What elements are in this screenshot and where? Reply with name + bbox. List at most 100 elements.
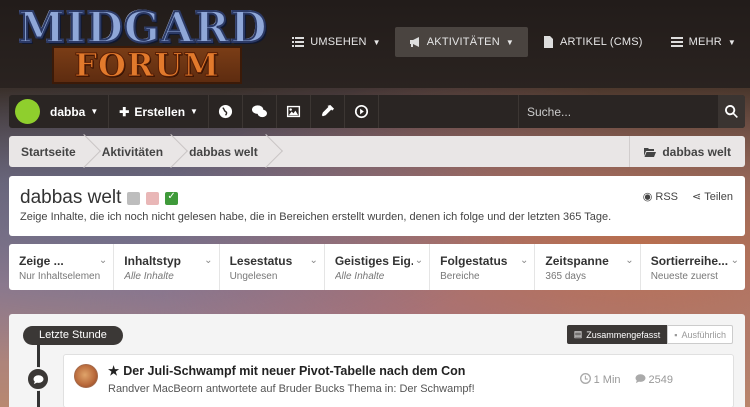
create-label: Erstellen	[134, 104, 186, 119]
play-circle-icon	[354, 104, 369, 119]
chevron-down-icon: ⌄	[520, 255, 529, 266]
page-title: dabbas welt	[20, 187, 122, 208]
filter-zeige[interactable]: Zeige ... Nur Inhaltselemen... ⌄	[9, 244, 115, 290]
breadcrumb: Startseite Aktivitäten dabbas welt dabba…	[9, 136, 745, 167]
view-condensed-button[interactable]: ▤ Zusammengefasst	[566, 325, 668, 344]
item-replies: 2549	[634, 373, 673, 386]
comment-bubble-icon	[26, 367, 50, 391]
create-button[interactable]: ✚ Erstellen ▼	[109, 95, 209, 128]
chat-icon	[251, 105, 267, 118]
filter-label: Zeige ...	[19, 254, 64, 268]
rss-icon: ◉	[642, 191, 653, 203]
main-nav: UMSEHEN ▼ AKTIVITÄTEN ▼ ARTIKEL (CMS) ME…	[278, 27, 750, 57]
filter-label: Folgestatus	[440, 254, 508, 268]
username: dabba	[50, 104, 86, 119]
breadcrumb-right-label: dabbas welt	[662, 144, 731, 159]
list-item[interactable]: ★ Der Juli-Schwampf mit neuer Pivot-Tabe…	[63, 354, 734, 407]
share-label: Teilen	[704, 191, 733, 203]
filter-bar: Zeige ... Nur Inhaltselemen... ⌄ Inhalts…	[9, 244, 745, 290]
chevron-down-icon: ⌄	[204, 255, 213, 266]
chevron-down-icon: ⌄	[98, 255, 108, 266]
filter-zeitspanne[interactable]: Zeitspanne 365 days ⌄	[535, 244, 641, 290]
filter-value: Nur Inhaltselemen...	[19, 271, 101, 282]
chat-button[interactable]	[243, 95, 277, 128]
avatar[interactable]	[74, 364, 98, 388]
user-toolbar: dabba ▼ ✚ Erstellen ▼ Suche...	[9, 95, 745, 128]
share-link[interactable]: ⋖ Teilen	[692, 190, 733, 203]
site-logo[interactable]: MIDGARD FORUM	[12, 5, 274, 84]
filter-geistiges-eigentum[interactable]: Geistiges Eig... Alle Inhalte ⌄	[325, 244, 431, 290]
nav-item-umsehen[interactable]: UMSEHEN ▼	[278, 27, 395, 57]
view-condensed-label: Zusammengefasst	[586, 329, 661, 340]
filter-folgestatus[interactable]: Folgestatus Bereiche ⌄	[430, 244, 536, 290]
nav-label: ARTIKEL (CMS)	[560, 36, 643, 48]
filter-label: Geistiges Eig...	[334, 254, 413, 268]
image-icon	[286, 105, 301, 118]
page-title-row: dabbas welt	[20, 187, 179, 209]
caret-down-icon: ▼	[90, 107, 99, 116]
star-icon: ★	[108, 364, 120, 378]
nav-label: AKTIVITÄTEN	[426, 36, 500, 48]
square-icon: ▪	[674, 329, 678, 340]
check-icon[interactable]	[165, 191, 179, 205]
filter-sortierreihenfolge[interactable]: Sortierreihe... Neueste zuerst ⌄	[641, 244, 745, 290]
megaphone-icon	[409, 37, 419, 47]
eyedropper-icon	[321, 104, 335, 117]
item-replies-value: 2549	[648, 374, 673, 386]
globe-icon	[218, 104, 233, 119]
list-icon	[292, 37, 305, 47]
globe-button[interactable]	[209, 95, 243, 128]
document-icon	[544, 36, 553, 48]
caret-down-icon: ▼	[190, 107, 198, 116]
search-icon	[725, 105, 738, 118]
breadcrumb-item-dabbas-welt[interactable]: dabbas welt	[177, 136, 272, 167]
breadcrumb-item-aktivitaeten[interactable]: Aktivitäten	[90, 136, 177, 167]
item-subtitle: Randver MacBeorn antwortete auf Bruder B…	[108, 383, 475, 395]
breadcrumb-item-startseite[interactable]: Startseite	[9, 136, 90, 167]
user-menu-button[interactable]: dabba ▼	[40, 95, 110, 128]
filter-value: Alle Inhalte	[124, 271, 174, 282]
item-meta: 1 Min 2549	[579, 373, 673, 386]
search-button[interactable]	[718, 95, 745, 128]
item-time-value: 1 Min	[593, 374, 621, 386]
filter-value: Neueste zuerst	[650, 271, 718, 282]
nav-label: MEHR	[688, 36, 722, 48]
nav-item-artikel[interactable]: ARTIKEL (CMS)	[528, 27, 657, 57]
item-title-row[interactable]: ★ Der Juli-Schwampf mit neuer Pivot-Tabe…	[108, 363, 465, 379]
breadcrumb-stream-link[interactable]: dabbas welt	[629, 136, 745, 167]
comment-icon	[32, 374, 44, 384]
avatar[interactable]	[15, 99, 40, 124]
page-actions: ◉ RSS ⋖ Teilen	[643, 190, 733, 203]
nav-item-mehr[interactable]: MEHR ▼	[657, 27, 750, 57]
search-input[interactable]: Suche...	[518, 95, 718, 128]
chevron-down-icon: ⌄	[730, 255, 739, 266]
comment-icon	[634, 374, 646, 384]
eyedropper-button[interactable]	[311, 95, 345, 128]
nav-item-aktivitaeten[interactable]: AKTIVITÄTEN ▼	[394, 27, 528, 57]
list-icon: ▤	[573, 329, 583, 339]
filter-label: Inhaltstyp	[124, 254, 181, 268]
view-expanded-label: Ausführlich	[681, 329, 726, 340]
logo-line-2: FORUM	[52, 46, 242, 84]
caret-down-icon: ▼	[505, 37, 514, 47]
filter-value: Alle Inhalte	[334, 271, 385, 282]
plus-icon: ✚	[119, 104, 130, 119]
rss-label: RSS	[655, 191, 679, 203]
page-header: dabbas welt Zeige Inhalte, die ich noch …	[9, 176, 745, 236]
menu-icon	[670, 37, 683, 47]
edit-icon[interactable]	[127, 191, 141, 205]
rss-link[interactable]: ◉ RSS	[643, 190, 678, 203]
timeline-section-label: Letzte Stunde	[23, 326, 123, 345]
site-header: MIDGARD FORUM UMSEHEN ▼ AKTIVITÄTEN ▼ AR…	[0, 0, 750, 88]
caret-down-icon: ▼	[372, 37, 381, 47]
item-time: 1 Min	[579, 373, 621, 386]
activity-stream: Letzte Stunde ▤ Zusammengefasst ▪ Ausfüh…	[9, 314, 745, 407]
view-expanded-button[interactable]: ▪ Ausführlich	[667, 325, 733, 344]
image-button[interactable]	[277, 95, 311, 128]
filter-inhaltstyp[interactable]: Inhaltstyp Alle Inhalte ⌄	[114, 244, 220, 290]
filter-label: Sortierreihe...	[650, 254, 729, 268]
page-description: Zeige Inhalte, die ich noch nicht gelese…	[20, 211, 612, 223]
delete-icon[interactable]	[146, 191, 160, 205]
filter-lesestatus[interactable]: Lesestatus Ungelesen ⌄	[220, 244, 325, 290]
play-button[interactable]	[345, 95, 379, 128]
